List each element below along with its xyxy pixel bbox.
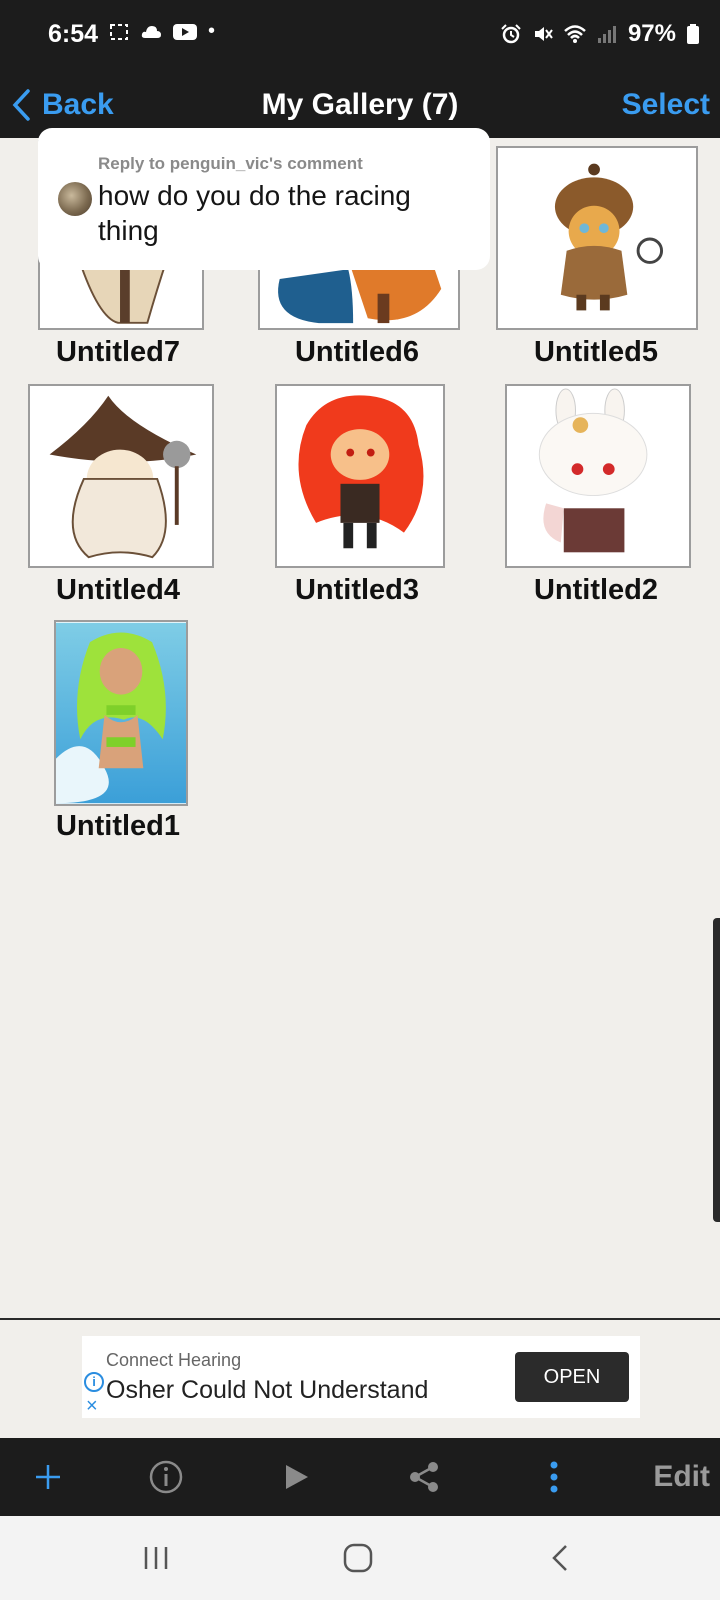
gallery-item-title: Untitled5 — [533, 336, 659, 368]
battery-icon — [687, 24, 699, 44]
gallery-thumbnail-untitled4[interactable] — [28, 384, 214, 568]
status-right-icons: 97% — [500, 20, 700, 48]
back-icon — [552, 1545, 567, 1571]
gallery-grid: Untitled7 Untitled6 Untitled5 Untitled4 … — [0, 128, 720, 1318]
gallery-item-title: Untitled2 — [533, 574, 659, 606]
edit-button[interactable]: Edit — [653, 1438, 710, 1516]
commenter-avatar — [58, 182, 92, 216]
share-button[interactable] — [394, 1438, 454, 1516]
system-navigation-bar — [0, 1516, 720, 1600]
gallery-item-title: Untitled6 — [294, 336, 420, 368]
gallery-item-title: Untitled7 — [55, 336, 181, 368]
cloud-icon — [141, 25, 161, 38]
play-button[interactable] — [266, 1438, 326, 1516]
divider — [0, 1318, 720, 1320]
gallery-item-title: Untitled3 — [294, 574, 420, 606]
ad-info-icon[interactable]: i — [84, 1372, 104, 1392]
battery-percent: 97% — [627, 20, 676, 47]
add-button[interactable] — [18, 1438, 78, 1516]
info-button[interactable] — [136, 1438, 196, 1516]
bottom-toolbar: Edit — [0, 1438, 720, 1516]
artwork-image — [507, 386, 689, 566]
artwork-image — [277, 386, 443, 566]
reply-header: Reply to penguin_vic's comment — [98, 154, 363, 173]
artwork-image — [498, 148, 696, 328]
status-left-icons: • — [108, 20, 215, 43]
gallery-item-title: Untitled1 — [55, 810, 181, 842]
reply-text: how do you do the racing thing — [98, 180, 411, 246]
status-bar: 6:54 • 97% — [0, 0, 720, 72]
gallery-thumbnail-untitled3[interactable] — [275, 384, 445, 568]
signal-icon — [597, 26, 616, 43]
add-icon — [36, 1465, 60, 1489]
share-icon — [410, 1462, 438, 1492]
artwork-image — [56, 622, 186, 804]
gallery-thumbnail-untitled5[interactable] — [496, 146, 698, 330]
alarm-icon — [501, 24, 521, 44]
info-icon — [149, 1460, 183, 1494]
home-button[interactable] — [318, 1516, 398, 1600]
system-back-button[interactable] — [520, 1516, 600, 1600]
play-icon — [286, 1465, 308, 1489]
more-icon — [550, 1461, 558, 1493]
gallery-item-title: Untitled4 — [55, 574, 181, 606]
ad-close-icon[interactable]: × — [86, 1396, 98, 1416]
notification-dot: • — [208, 20, 216, 42]
artwork-image — [30, 386, 212, 566]
ad-headline: Osher Could Not Understand — [106, 1376, 429, 1404]
youtube-icon — [173, 23, 197, 40]
recent-apps-icon — [144, 1547, 168, 1569]
reply-comment-bubble: Reply to penguin_vic's comment how do yo… — [38, 128, 490, 270]
ad-brand: Connect Hearing — [106, 1350, 242, 1370]
status-time: 6:54 — [48, 20, 99, 48]
home-icon — [343, 1543, 373, 1573]
more-button[interactable] — [524, 1438, 584, 1516]
ad-banner[interactable]: Connect Hearing Osher Could Not Understa… — [82, 1336, 640, 1418]
wifi-icon — [564, 25, 586, 43]
recent-apps-button[interactable] — [116, 1516, 196, 1600]
scrollbar[interactable] — [713, 918, 720, 1222]
select-button[interactable]: Select — [622, 78, 710, 132]
gallery-thumbnail-untitled2[interactable] — [505, 384, 691, 568]
mute-icon — [534, 27, 553, 41]
gallery-thumbnail-untitled1[interactable] — [54, 620, 188, 806]
page-title: My Gallery (7) — [261, 88, 459, 121]
ad-open-button[interactable]: OPEN — [515, 1352, 629, 1402]
screenshot-icon — [110, 23, 128, 40]
